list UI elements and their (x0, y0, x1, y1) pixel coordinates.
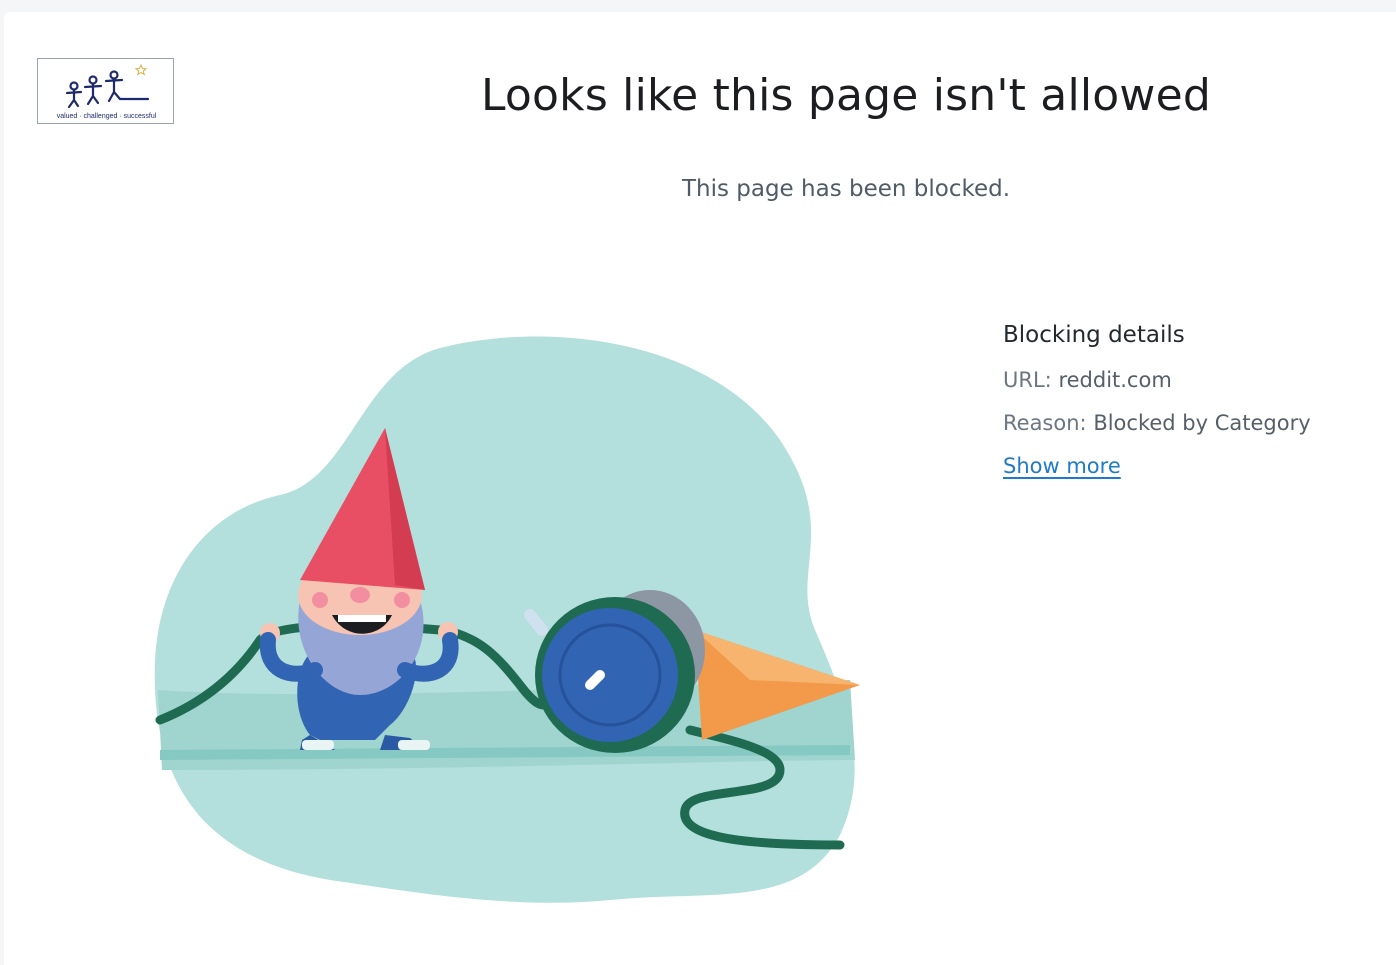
url-label: URL: (1003, 368, 1052, 392)
subtitle-region: This page has been blocked. (0, 0, 1396, 230)
url-value: reddit.com (1058, 368, 1172, 392)
blocking-details-panel: Blocking details URL: reddit.com Reason:… (1003, 322, 1383, 478)
gnome-biting-cable-icon (154, 336, 860, 903)
gnome-illustration (150, 330, 870, 910)
reason-row: Reason: Blocked by Category (1003, 411, 1383, 435)
show-more-link[interactable]: Show more (1003, 454, 1121, 478)
page-subtitle: This page has been blocked. (681, 176, 1011, 202)
reason-label: Reason: (1003, 411, 1087, 435)
url-row: URL: reddit.com (1003, 368, 1383, 392)
blocking-details-heading: Blocking details (1003, 322, 1185, 348)
reason-value: Blocked by Category (1093, 411, 1311, 435)
